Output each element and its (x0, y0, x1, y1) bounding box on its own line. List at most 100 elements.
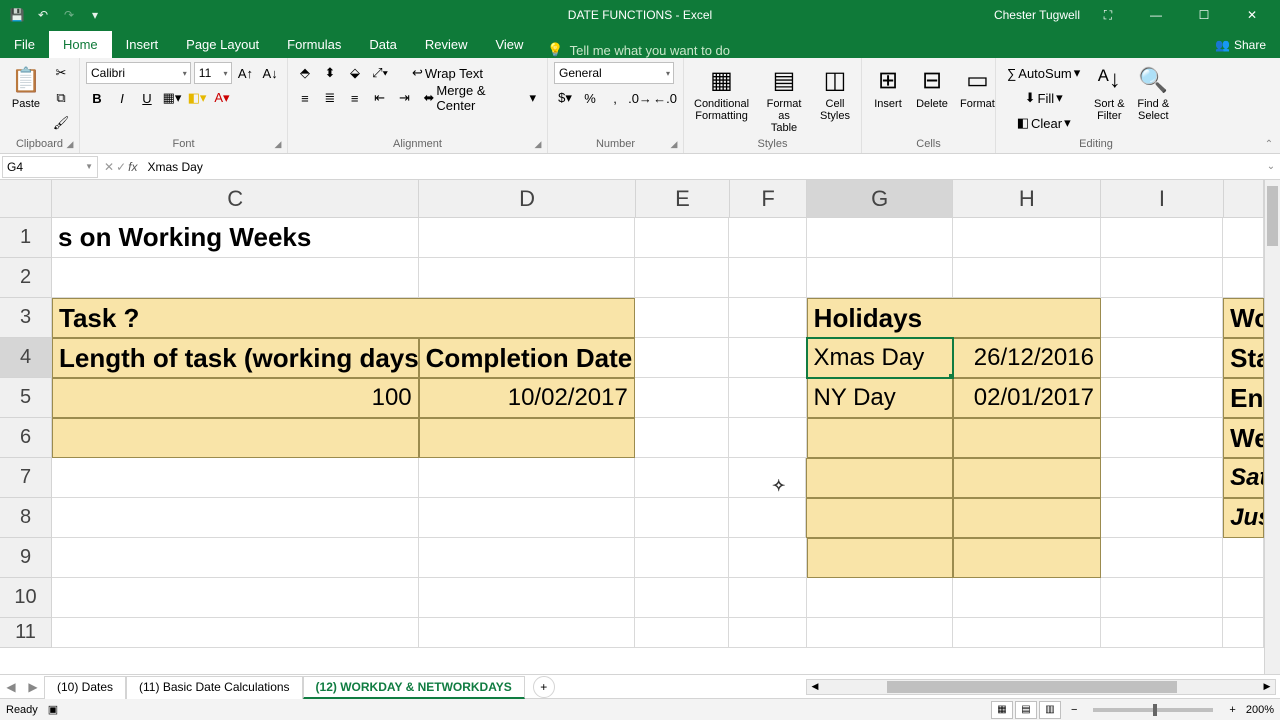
percent-icon[interactable]: % (579, 87, 601, 109)
cell[interactable] (729, 418, 806, 458)
tab-nav-right-icon[interactable]: ▶ (22, 680, 44, 694)
select-all-corner[interactable] (0, 180, 52, 218)
orientation-icon[interactable]: ⤢▾ (369, 62, 391, 84)
font-name[interactable]: Calibri (86, 62, 191, 84)
normal-view-icon[interactable]: ▦ (991, 701, 1013, 719)
cell-h5[interactable]: 02/01/2017 (953, 378, 1101, 418)
row-header-5[interactable]: 5 (0, 378, 52, 418)
fill-button[interactable]: ⬇Fill▾ (1002, 87, 1085, 109)
sheet-tab-1[interactable]: (10) Dates (44, 676, 126, 699)
cell[interactable] (729, 458, 806, 498)
number-format[interactable]: General (554, 62, 674, 84)
zoom-out-icon[interactable]: − (1071, 704, 1077, 716)
row-header-9[interactable]: 9 (0, 538, 52, 578)
cell-c5[interactable]: 100 (52, 378, 419, 418)
cell-j3[interactable]: Wo (1223, 298, 1264, 338)
cell-h4[interactable]: 26/12/2016 (953, 338, 1101, 378)
cell-j4[interactable]: Sta (1223, 338, 1264, 378)
row-header-10[interactable]: 10 (0, 578, 52, 618)
cell[interactable] (1101, 258, 1223, 298)
fill-color-icon[interactable]: ◧▾ (186, 87, 208, 109)
cell[interactable] (419, 418, 635, 458)
tab-data[interactable]: Data (355, 31, 410, 58)
hscroll-right-icon[interactable]: ▶ (1259, 680, 1275, 694)
cell[interactable] (1101, 538, 1223, 578)
cell[interactable] (729, 538, 806, 578)
zoom-slider[interactable] (1093, 708, 1213, 712)
cell[interactable] (52, 578, 419, 618)
cell[interactable] (419, 458, 635, 498)
align-middle-icon[interactable]: ⬍ (319, 62, 341, 84)
cell-g3[interactable]: Holidays (807, 298, 1101, 338)
cell[interactable] (729, 298, 806, 338)
cell[interactable] (807, 418, 953, 458)
font-size[interactable]: 11 (194, 62, 232, 84)
decrease-indent-icon[interactable]: ⇤ (369, 87, 391, 109)
cell[interactable] (1101, 338, 1223, 378)
cell[interactable] (729, 618, 806, 648)
cell[interactable] (807, 538, 953, 578)
cell[interactable] (807, 578, 953, 618)
tab-file[interactable]: File (0, 31, 49, 58)
page-break-view-icon[interactable]: ▥ (1039, 701, 1061, 719)
expand-formula-icon[interactable]: ⌄ (1262, 161, 1280, 172)
cell[interactable] (953, 498, 1101, 538)
format-painter-icon[interactable]: 🖌 (50, 112, 72, 134)
copy-icon[interactable]: ⧉ (50, 87, 72, 109)
cell[interactable] (1101, 218, 1223, 258)
italic-icon[interactable]: I (111, 87, 133, 109)
cell[interactable] (729, 218, 806, 258)
ribbon-display-icon[interactable]: ⛶ (1088, 0, 1128, 30)
paste-button[interactable]: 📋Paste (6, 62, 46, 112)
page-layout-view-icon[interactable]: ▤ (1015, 701, 1037, 719)
tab-view[interactable]: View (481, 31, 537, 58)
collapse-ribbon-icon[interactable]: ⌃ (1262, 137, 1276, 151)
cell[interactable] (1223, 258, 1264, 298)
cell[interactable] (1101, 618, 1223, 648)
cell[interactable] (635, 578, 729, 618)
cell-d5[interactable]: 10/02/2017 (419, 378, 635, 418)
cell[interactable] (806, 458, 952, 498)
decrease-decimal-icon[interactable]: ←.0 (654, 87, 676, 109)
cell[interactable] (729, 498, 806, 538)
sheet-tab-3[interactable]: (12) WORKDAY & NETWORKDAYS (303, 676, 525, 699)
col-header-c[interactable]: C (52, 180, 419, 218)
number-launcher-icon[interactable]: ◢ (667, 137, 681, 151)
cell[interactable] (635, 218, 729, 258)
cell-d4[interactable]: Completion Date (419, 338, 635, 378)
font-color-icon[interactable]: A▾ (211, 87, 233, 109)
cell[interactable] (419, 618, 635, 648)
vertical-scrollbar[interactable] (1264, 180, 1280, 674)
macro-record-icon[interactable]: ▣ (48, 703, 58, 716)
underline-icon[interactable]: U (136, 87, 158, 109)
cell[interactable] (419, 218, 635, 258)
increase-decimal-icon[interactable]: .0→ (629, 87, 651, 109)
col-header-j[interactable] (1224, 180, 1264, 218)
format-as-table-button[interactable]: ▤Format as Table (757, 62, 811, 136)
cell[interactable] (807, 218, 953, 258)
row-header-6[interactable]: 6 (0, 418, 52, 458)
cell[interactable] (953, 618, 1101, 648)
cell[interactable] (953, 418, 1101, 458)
name-box[interactable]: G4▼ (2, 156, 98, 178)
cell[interactable] (1101, 378, 1223, 418)
cell[interactable] (1223, 618, 1264, 648)
cell[interactable] (729, 378, 806, 418)
font-launcher-icon[interactable]: ◢ (271, 137, 285, 151)
cell-g5[interactable]: NY Day (807, 378, 953, 418)
cell[interactable] (729, 338, 806, 378)
cell[interactable] (419, 578, 635, 618)
increase-indent-icon[interactable]: ⇥ (394, 87, 416, 109)
cell[interactable] (806, 498, 952, 538)
cut-icon[interactable]: ✂ (50, 62, 72, 84)
border-icon[interactable]: ▦▾ (161, 87, 183, 109)
cell[interactable] (419, 538, 635, 578)
column-headers[interactable]: C D E F G H I (52, 180, 1264, 218)
cell[interactable] (419, 258, 635, 298)
worksheet[interactable]: C D E F G H I 1 2 3 4 5 6 7 8 9 10 11 s … (0, 180, 1280, 674)
cell[interactable] (635, 458, 729, 498)
scroll-thumb[interactable] (1267, 186, 1278, 246)
col-header-d[interactable]: D (419, 180, 635, 218)
grow-font-icon[interactable]: A↑ (235, 62, 257, 84)
tab-review[interactable]: Review (411, 31, 482, 58)
